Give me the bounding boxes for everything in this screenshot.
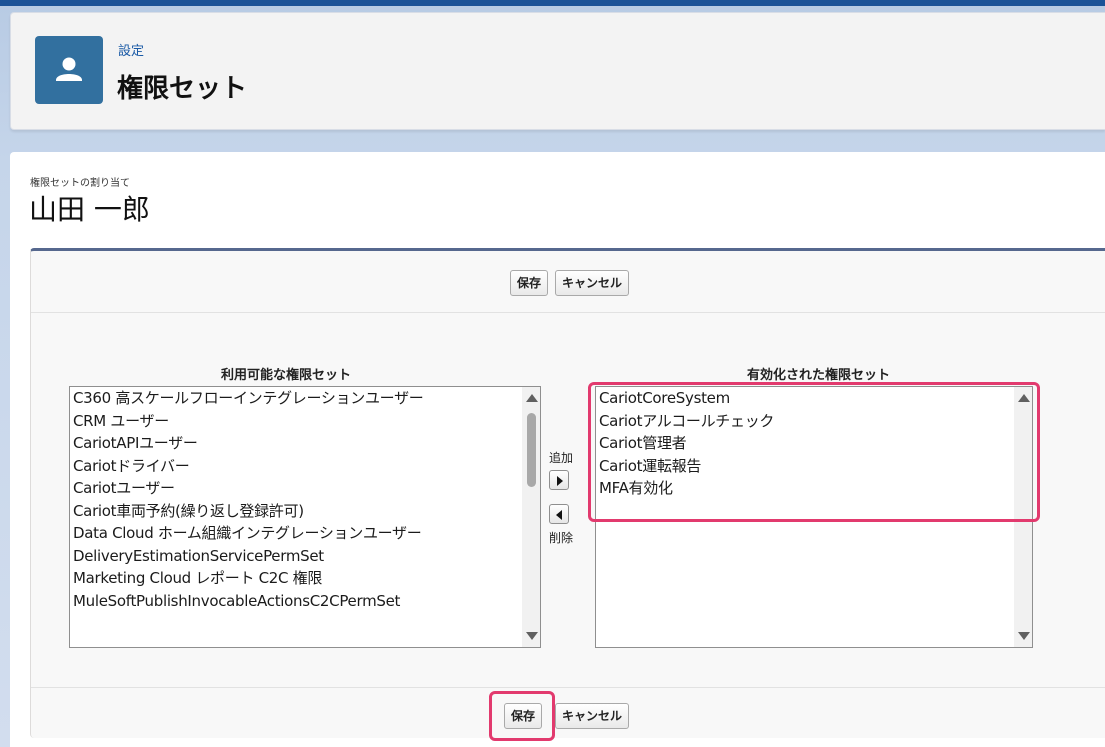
- main-content: 権限セットの割り当て 山田 一郎 保存 キャンセル 利用可能な権限セット 有効化…: [10, 152, 1105, 747]
- cancel-button-bottom[interactable]: キャンセル: [555, 703, 630, 729]
- save-button-bottom[interactable]: 保存: [504, 703, 543, 729]
- available-heading: 利用可能な権限セット: [221, 368, 352, 383]
- top-button-row: 保存 キャンセル: [31, 251, 1105, 313]
- scroll-up-icon[interactable]: [526, 394, 538, 402]
- assignment-panel: 保存 キャンセル 利用可能な権限セット 有効化された権限セット C360 高スケ…: [30, 248, 1105, 741]
- save-button-top[interactable]: 保存: [510, 270, 549, 296]
- list-item[interactable]: DeliveryEstimationServicePermSet: [70, 545, 540, 568]
- list-item[interactable]: C360 高スケールフローインテグレーションユーザー: [70, 387, 540, 410]
- enabled-scrollbar[interactable]: [1014, 387, 1032, 647]
- available-scrollbar[interactable]: [522, 387, 540, 647]
- remove-button[interactable]: [549, 504, 569, 524]
- list-item[interactable]: Cariotドライバー: [70, 455, 540, 478]
- scroll-down-icon[interactable]: [526, 632, 538, 640]
- scroll-thumb[interactable]: [527, 413, 536, 487]
- list-item[interactable]: Cariot管理者: [596, 432, 1032, 455]
- user-name: 山田 一郎: [29, 193, 150, 226]
- list-item[interactable]: MFA有効化: [596, 477, 1032, 500]
- list-item[interactable]: Cariot運転報告: [596, 455, 1032, 478]
- list-item[interactable]: CariotCoreSystem: [596, 387, 1032, 410]
- assignment-label: 権限セットの割り当て: [30, 178, 130, 189]
- scroll-down-icon[interactable]: [1018, 632, 1030, 640]
- enabled-heading: 有効化された権限セット: [747, 368, 891, 383]
- list-item[interactable]: Data Cloud ホーム組織インテグレーションユーザー: [70, 522, 540, 545]
- enabled-listbox[interactable]: CariotCoreSystem Cariotアルコールチェック Cariot管理者…: [595, 386, 1033, 648]
- available-listbox[interactable]: C360 高スケールフローインテグレーションユーザー CRM ユーザー Cariot…: [69, 386, 541, 648]
- arrow-right-icon: [557, 476, 563, 486]
- remove-label: 削除: [549, 531, 574, 545]
- scroll-up-icon[interactable]: [1018, 394, 1030, 402]
- list-item[interactable]: Cariotアルコールチェック: [596, 410, 1032, 433]
- bottom-button-row: 保存 キャンセル: [31, 687, 1105, 741]
- arrow-left-icon: [556, 510, 562, 520]
- header-label[interactable]: 設定: [118, 40, 144, 59]
- user-icon: [35, 36, 103, 104]
- available-list-items: C360 高スケールフローインテグレーションユーザー CRM ユーザー Cariot…: [70, 387, 540, 612]
- enabled-list-items: CariotCoreSystem Cariotアルコールチェック Cariot管理者…: [596, 387, 1032, 500]
- cancel-button-top[interactable]: キャンセル: [555, 270, 630, 296]
- list-item[interactable]: Cariotユーザー: [70, 477, 540, 500]
- list-item[interactable]: MuleSoftPublishInvocableActionsC2CPermSe…: [70, 590, 540, 613]
- page-title: 権限セット: [117, 74, 248, 104]
- list-item[interactable]: Cariot車両予約(繰り返し登録許可): [70, 500, 540, 523]
- list-item[interactable]: CariotAPIユーザー: [70, 432, 540, 455]
- add-label: 追加: [549, 451, 574, 465]
- list-item[interactable]: Marketing Cloud レポート C2C 権限: [70, 567, 540, 590]
- list-item[interactable]: CRM ユーザー: [70, 410, 540, 433]
- add-button[interactable]: [549, 470, 569, 490]
